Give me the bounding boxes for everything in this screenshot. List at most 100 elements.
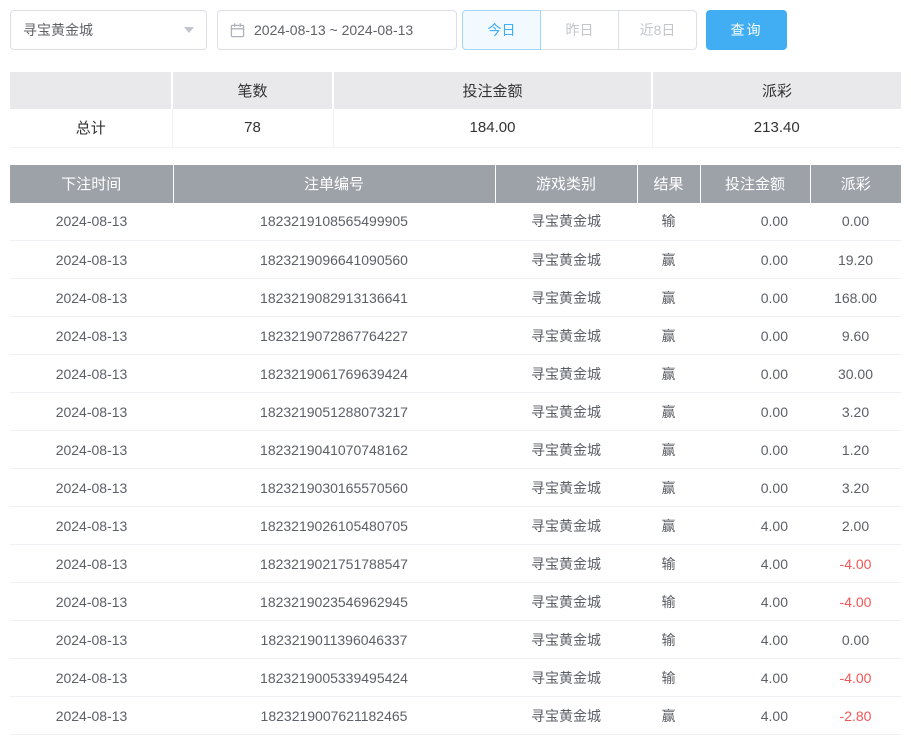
- bet-amount-cell: 0.00: [700, 393, 810, 431]
- game-type-cell: 寻宝黄金城: [495, 355, 637, 393]
- result-cell: 赢: [637, 697, 700, 735]
- table-row: 2024-08-131823219030165570560寻宝黄金城赢0.003…: [10, 469, 901, 507]
- order-no-cell: 1823219108565499905: [173, 203, 495, 241]
- result-cell: 赢: [637, 469, 700, 507]
- table-row: 2024-08-131823219061769639424寻宝黄金城赢0.003…: [10, 355, 901, 393]
- quick-range-group: 今日 昨日 近8日: [462, 10, 697, 50]
- order-no-cell: 1823219026105480705: [173, 507, 495, 545]
- order-no-cell: 1823219021751788547: [173, 545, 495, 583]
- header-bet-time: 下注时间: [10, 165, 173, 203]
- result-cell: 输: [637, 203, 700, 241]
- order-no-cell: 1823219030165570560: [173, 469, 495, 507]
- calendar-icon: [230, 23, 245, 38]
- summary-table: 笔数 投注金额 派彩 总计 78 184.00 213.40: [10, 72, 901, 148]
- game-type-cell: 寻宝黄金城: [495, 431, 637, 469]
- order-no-cell: 1823219005339495424: [173, 659, 495, 697]
- game-select-value: 寻宝黄金城: [23, 20, 93, 40]
- bet-time-cell: 2024-08-13: [10, 507, 173, 545]
- bet-amount-cell: 4.00: [700, 583, 810, 621]
- payout-cell: 3.20: [810, 469, 901, 507]
- bet-time-cell: 2024-08-13: [10, 355, 173, 393]
- game-type-cell: 寻宝黄金城: [495, 279, 637, 317]
- bet-time-cell: 2024-08-13: [10, 469, 173, 507]
- summary-header-bet-amount: 投注金额: [333, 72, 652, 109]
- order-no-cell: 1823219061769639424: [173, 355, 495, 393]
- header-bet-amount: 投注金额: [700, 165, 810, 203]
- summary-total-count: 78: [172, 109, 333, 147]
- date-range-picker[interactable]: 2024-08-13 ~ 2024-08-13: [217, 10, 457, 50]
- game-type-cell: 寻宝黄金城: [495, 241, 637, 279]
- order-no-cell: 1823219051288073217: [173, 393, 495, 431]
- bet-amount-cell: 4.00: [700, 507, 810, 545]
- order-no-cell: 1823219072867764227: [173, 317, 495, 355]
- summary-header-count: 笔数: [172, 72, 333, 109]
- bet-time-cell: 2024-08-13: [10, 279, 173, 317]
- result-cell: 赢: [637, 507, 700, 545]
- bet-time-cell: 2024-08-13: [10, 697, 173, 735]
- game-type-cell: 寻宝黄金城: [495, 393, 637, 431]
- summary-total-label: 总计: [10, 109, 172, 147]
- game-type-cell: 寻宝黄金城: [495, 545, 637, 583]
- last-8-days-button[interactable]: 近8日: [618, 10, 697, 50]
- table-row: 2024-08-131823219023546962945寻宝黄金城输4.00-…: [10, 583, 901, 621]
- today-button[interactable]: 今日: [462, 10, 541, 50]
- bet-records-table: 下注时间 注单编号 游戏类别 结果 投注金额 派彩 2024-08-131823…: [10, 165, 901, 736]
- payout-cell: 1.20: [810, 431, 901, 469]
- table-row: 2024-08-131823219108565499905寻宝黄金城输0.000…: [10, 203, 901, 241]
- result-cell: 输: [637, 659, 700, 697]
- bet-time-cell: 2024-08-13: [10, 583, 173, 621]
- query-button[interactable]: 查询: [706, 10, 787, 50]
- game-type-cell: 寻宝黄金城: [495, 317, 637, 355]
- date-range-value: 2024-08-13 ~ 2024-08-13: [254, 22, 413, 38]
- table-row: 2024-08-131823219021751788547寻宝黄金城输4.00-…: [10, 545, 901, 583]
- result-cell: 赢: [637, 393, 700, 431]
- game-type-cell: 寻宝黄金城: [495, 507, 637, 545]
- table-row: 2024-08-131823219007621182465寻宝黄金城赢4.00-…: [10, 697, 901, 735]
- toolbar: 寻宝黄金城 2024-08-13 ~ 2024-08-13 今日 昨日 近8日 …: [10, 10, 901, 50]
- chevron-down-icon: [184, 27, 194, 33]
- bet-time-cell: 2024-08-13: [10, 203, 173, 241]
- table-row: 2024-08-131823219026105480705寻宝黄金城赢4.002…: [10, 507, 901, 545]
- summary-total-row: 总计 78 184.00 213.40: [10, 109, 901, 147]
- result-cell: 赢: [637, 431, 700, 469]
- game-type-cell: 寻宝黄金城: [495, 697, 637, 735]
- bet-amount-cell: 0.00: [700, 279, 810, 317]
- bet-amount-cell: 0.00: [700, 355, 810, 393]
- yesterday-button[interactable]: 昨日: [540, 10, 619, 50]
- result-cell: 赢: [637, 279, 700, 317]
- summary-header-row: 笔数 投注金额 派彩: [10, 72, 901, 109]
- payout-cell: 19.20: [810, 241, 901, 279]
- summary-total-bet-amount: 184.00: [333, 109, 652, 147]
- table-row: 2024-08-131823219005339495424寻宝黄金城输4.00-…: [10, 659, 901, 697]
- summary-total-payout: 213.40: [652, 109, 901, 147]
- game-select[interactable]: 寻宝黄金城: [10, 10, 207, 50]
- order-no-cell: 1823219023546962945: [173, 583, 495, 621]
- result-cell: 输: [637, 583, 700, 621]
- table-row: 2024-08-131823219011396046337寻宝黄金城输4.000…: [10, 621, 901, 659]
- game-type-cell: 寻宝黄金城: [495, 659, 637, 697]
- bet-time-cell: 2024-08-13: [10, 393, 173, 431]
- payout-cell: 9.60: [810, 317, 901, 355]
- payout-cell: -4.00: [810, 583, 901, 621]
- header-game-type: 游戏类别: [495, 165, 637, 203]
- bet-time-cell: 2024-08-13: [10, 431, 173, 469]
- table-row: 2024-08-131823219096641090560寻宝黄金城赢0.001…: [10, 241, 901, 279]
- payout-cell: 3.20: [810, 393, 901, 431]
- result-cell: 输: [637, 545, 700, 583]
- header-payout: 派彩: [810, 165, 901, 203]
- table-row: 2024-08-131823219072867764227寻宝黄金城赢0.009…: [10, 317, 901, 355]
- payout-cell: -4.00: [810, 659, 901, 697]
- payout-cell: 2.00: [810, 507, 901, 545]
- payout-cell: 30.00: [810, 355, 901, 393]
- bet-table-body: 2024-08-131823219108565499905寻宝黄金城输0.000…: [10, 203, 901, 735]
- payout-cell: -4.00: [810, 545, 901, 583]
- game-type-cell: 寻宝黄金城: [495, 203, 637, 241]
- bet-amount-cell: 0.00: [700, 469, 810, 507]
- bet-time-cell: 2024-08-13: [10, 317, 173, 355]
- order-no-cell: 1823219041070748162: [173, 431, 495, 469]
- bet-amount-cell: 0.00: [700, 317, 810, 355]
- order-no-cell: 1823219082913136641: [173, 279, 495, 317]
- bet-amount-cell: 0.00: [700, 241, 810, 279]
- game-type-cell: 寻宝黄金城: [495, 583, 637, 621]
- order-no-cell: 1823219011396046337: [173, 621, 495, 659]
